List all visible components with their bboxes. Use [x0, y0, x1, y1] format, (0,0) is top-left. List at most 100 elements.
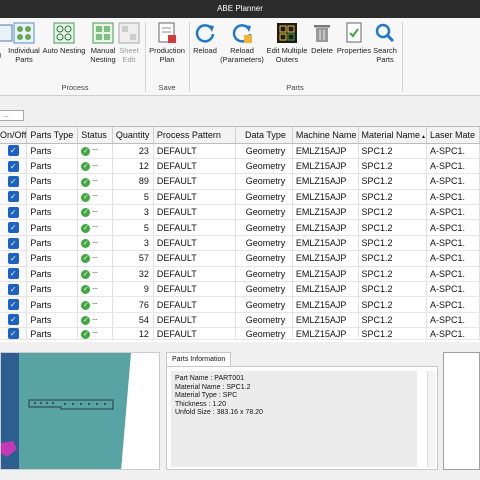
grid-cell[interactable]: ✓: [0, 189, 28, 206]
grid-cell-data-type[interactable]: Geometry: [235, 327, 293, 341]
column-header[interactable]: On/Off: [0, 127, 28, 144]
grid-cell-quantity[interactable]: 23: [112, 143, 154, 159]
row-checkbox[interactable]: ✓: [7, 222, 19, 234]
grid-cell-data-type[interactable]: Geometry: [235, 312, 293, 329]
grid-cell-material[interactable]: SPC1.2: [358, 189, 428, 206]
grid-cell-material[interactable]: SPC1.2: [358, 143, 428, 159]
grid-cell-data-type[interactable]: Geometry: [235, 250, 293, 267]
grid-cell-machine[interactable]: EMLZ15AJP: [292, 250, 359, 267]
grid-cell-material[interactable]: SPC1.2: [358, 235, 428, 252]
grid-cell-machine[interactable]: EMLZ15AJP: [292, 204, 359, 221]
edit-multiple-outers-button[interactable]: Edit Multiple Outers: [265, 22, 309, 64]
grid-cell-pattern[interactable]: DEFAULT: [153, 327, 237, 341]
grid-cell-parts-type[interactable]: Parts: [26, 281, 79, 298]
table-row[interactable]: ✓ Parts ✓ ⁼⁼ 9 DEFAULT Geometry EMLZ15AJP SPC1.2…: [0, 281, 480, 298]
row-checkbox[interactable]: ✓: [7, 314, 19, 326]
grid-cell[interactable]: ✓: [0, 158, 28, 175]
sheet-edit-button[interactable]: Sheet Edit: [118, 22, 140, 64]
grid-cell-laser[interactable]: A-SPC1.: [426, 158, 480, 175]
grid-cell-parts-type[interactable]: Parts: [26, 327, 79, 341]
grid-cell-data-type[interactable]: Geometry: [235, 204, 293, 221]
row-checkbox[interactable]: ✓: [7, 191, 19, 203]
grid-cell-quantity[interactable]: 5: [112, 219, 154, 236]
grid-cell-material[interactable]: SPC1.2: [358, 250, 428, 267]
column-header[interactable]: Quantity: [112, 127, 154, 144]
row-checkbox[interactable]: ✓: [7, 175, 19, 187]
grid-cell-pattern[interactable]: DEFAULT: [153, 250, 237, 267]
grid-cell-quantity[interactable]: 9: [112, 281, 154, 298]
grid-cell-parts-type[interactable]: Parts: [26, 173, 79, 190]
table-row[interactable]: ✓ Parts ✓ ⁼⁼ 54 DEFAULT Geometry EMLZ15AJP SPC1.…: [0, 312, 480, 329]
reload-parameters-button[interactable]: Reload (Parameters): [219, 22, 265, 64]
table-row[interactable]: ✓ Parts ✓ ⁼⁼ 3 DEFAULT Geometry EMLZ15AJP SPC1.2…: [0, 204, 480, 221]
tab-parts-information[interactable]: Parts Information: [166, 352, 232, 366]
manual-nesting-button[interactable]: Manual Nesting: [88, 22, 118, 64]
grid-cell-machine[interactable]: EMLZ15AJP: [292, 219, 359, 236]
table-row[interactable]: ✓ Parts ✓ ⁼⁼ 89 DEFAULT Geometry EMLZ15AJP SPC1.…: [0, 173, 480, 190]
grid-cell-quantity[interactable]: 12: [112, 327, 154, 341]
grid-cell-machine[interactable]: EMLZ15AJP: [292, 296, 359, 313]
grid-cell-pattern[interactable]: DEFAULT: [153, 189, 237, 206]
grid-cell-machine[interactable]: EMLZ15AJP: [292, 173, 359, 190]
grid-cell-pattern[interactable]: DEFAULT: [153, 266, 237, 283]
column-header[interactable]: Status: [77, 127, 113, 144]
row-checkbox[interactable]: ✓: [7, 252, 19, 264]
table-row[interactable]: ✓ Parts ✓ ⁼⁼ 32 DEFAULT Geometry EMLZ15AJP SPC1.…: [0, 266, 480, 283]
table-row[interactable]: ✓ Parts ✓ ⁼⁼ 76 DEFAULT Geometry EMLZ15AJP SPC1.…: [0, 296, 480, 313]
grid-cell-material[interactable]: SPC1.2: [358, 281, 428, 298]
individual-parts-button[interactable]: Individual Parts: [7, 22, 41, 64]
grid-cell-material[interactable]: SPC1.2: [358, 312, 428, 329]
grid-cell-machine[interactable]: EMLZ15AJP: [292, 143, 359, 159]
grid-cell-machine[interactable]: EMLZ15AJP: [292, 189, 359, 206]
grid-cell-material[interactable]: SPC1.2: [358, 266, 428, 283]
grid-cell-quantity[interactable]: 57: [112, 250, 154, 267]
grid-cell-parts-type[interactable]: Parts: [26, 312, 79, 329]
row-checkbox[interactable]: ✓: [7, 268, 19, 280]
grid-cell-quantity[interactable]: 12: [112, 158, 154, 175]
grid-cell-quantity[interactable]: 3: [112, 204, 154, 221]
grid-cell-laser[interactable]: A-SPC1.: [426, 296, 480, 313]
grid-cell-laser[interactable]: A-SPC1.: [426, 143, 480, 159]
grid-cell-data-type[interactable]: Geometry: [235, 189, 293, 206]
grid-cell-material[interactable]: SPC1.2: [358, 204, 428, 221]
grid-cell-machine[interactable]: EMLZ15AJP: [292, 281, 359, 298]
column-header-sorted[interactable]: Material Name▲: [358, 127, 428, 144]
grid-cell-laser[interactable]: A-SPC1.: [426, 312, 480, 329]
table-row[interactable]: ✓ Parts ✓ ⁼⁼ 57 DEFAULT Geometry EMLZ15AJP SPC1.…: [0, 250, 480, 267]
grid-cell-parts-type[interactable]: Parts: [26, 189, 79, 206]
row-checkbox[interactable]: ✓: [7, 299, 19, 311]
grid-cell-laser[interactable]: A-SPC1.: [426, 281, 480, 298]
grid-cell[interactable]: ✓: [0, 296, 28, 313]
grid-cell[interactable]: ✓: [0, 219, 28, 236]
grid-cell-laser[interactable]: A-SPC1.: [426, 235, 480, 252]
grid-cell-pattern[interactable]: DEFAULT: [153, 235, 237, 252]
grid-cell-laser[interactable]: A-SPC1.: [426, 173, 480, 190]
properties-button[interactable]: Properties: [336, 22, 372, 55]
grid-cell[interactable]: ✓ ⁼⁼: [77, 204, 113, 221]
grid-cell-machine[interactable]: EMLZ15AJP: [292, 266, 359, 283]
column-header[interactable]: Machine Name: [292, 127, 359, 144]
grid-cell-data-type[interactable]: Geometry: [235, 219, 293, 236]
grid-cell-material[interactable]: SPC1.2: [358, 296, 428, 313]
table-row[interactable]: ✓ Parts ✓ ⁼⁼ 5 DEFAULT Geometry EMLZ15AJP SPC1.2…: [0, 189, 480, 206]
grid-cell-pattern[interactable]: DEFAULT: [153, 281, 237, 298]
column-header[interactable]: Parts Type: [26, 127, 79, 144]
grid-cell-data-type[interactable]: Geometry: [235, 296, 293, 313]
grid-cell-laser[interactable]: A-SPC1.: [426, 327, 480, 341]
grid-cell-laser[interactable]: A-SPC1.: [426, 189, 480, 206]
grid-cell[interactable]: ✓: [0, 173, 28, 190]
grid-cell-parts-type[interactable]: Parts: [26, 143, 79, 159]
grid-cell[interactable]: ✓ ⁼⁼: [77, 235, 113, 252]
grid-cell-material[interactable]: SPC1.2: [358, 158, 428, 175]
grid-cell-data-type[interactable]: Geometry: [235, 266, 293, 283]
grid-cell-data-type[interactable]: Geometry: [235, 143, 293, 159]
grid-cell-material[interactable]: SPC1.2: [358, 327, 428, 341]
grid-cell-parts-type[interactable]: Parts: [26, 158, 79, 175]
table-row[interactable]: ✓ Parts ✓ ⁼⁼ 12 DEFAULT Geometry EMLZ15AJP SPC1.…: [0, 327, 480, 341]
column-header[interactable]: Data Type: [235, 127, 293, 144]
grid-cell[interactable]: ✓ ⁼⁼: [77, 266, 113, 283]
grid-cell-machine[interactable]: EMLZ15AJP: [292, 312, 359, 329]
grid-cell-machine[interactable]: EMLZ15AJP: [292, 235, 359, 252]
grid-cell[interactable]: ✓ ⁼⁼: [77, 158, 113, 175]
grid-cell[interactable]: ✓ ⁼⁼: [77, 189, 113, 206]
